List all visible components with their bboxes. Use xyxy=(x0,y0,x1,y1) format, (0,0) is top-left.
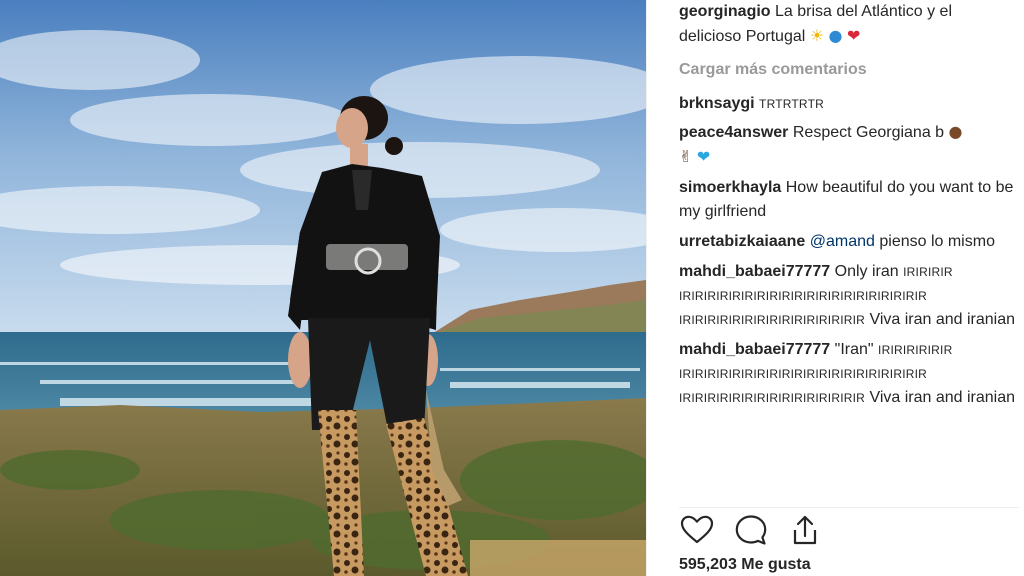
comment: mahdi_babaei77777 Only iran IRIRIRIR IRI… xyxy=(679,260,1017,332)
comment: simoerkhayla How beautiful do you want t… xyxy=(679,176,1017,224)
comment-username[interactable]: peace4answer xyxy=(679,124,788,141)
comment-username[interactable]: mahdi_babaei77777 xyxy=(679,341,830,358)
victory-hand-emoji: ✌ xyxy=(679,147,693,166)
comment-username[interactable]: urretabizkaiaane xyxy=(679,233,805,250)
comment: urretabizkaiaane @amand pienso lo mismo xyxy=(679,230,1017,254)
likes-count[interactable]: 595,203 Me gusta xyxy=(679,556,811,574)
load-more-comments-button[interactable]: Cargar más comentarios xyxy=(679,58,1017,82)
comment-text: IRIRIRIRIRIR xyxy=(878,343,953,357)
comment-button[interactable] xyxy=(733,512,769,548)
blue-heart-emoji: ❤ xyxy=(696,147,711,166)
comment-text: Viva iran and iranian xyxy=(869,311,1016,328)
post-actions xyxy=(679,507,1019,550)
comment-text: Viva iran and iranian xyxy=(869,389,1016,406)
like-button[interactable] xyxy=(679,512,715,548)
flexed-biceps-emoji: ● xyxy=(948,122,963,141)
comment: brknsaygi TRTRTRTR xyxy=(679,92,1017,116)
comment-username[interactable]: mahdi_babaei77777 xyxy=(679,263,830,280)
comment-text: TRTRTRTR xyxy=(759,97,824,111)
caption-username[interactable]: georginagio xyxy=(679,3,771,20)
comment-text: Only iran xyxy=(834,263,899,280)
comment-text: Respect Georgiana b xyxy=(792,124,945,141)
globe-emoji: ● xyxy=(828,26,843,45)
heart-emoji: ❤ xyxy=(846,26,861,45)
comment-text: IRIRIRIRIRIRIRIRIRIRIRIRIRIRIR xyxy=(679,313,865,327)
comment-username[interactable]: simoerkhayla xyxy=(679,179,781,196)
upload-share-icon xyxy=(793,515,817,545)
comment-mention[interactable]: @amand xyxy=(810,233,875,250)
comment-text: IRIRIRIR xyxy=(903,265,953,279)
comment-text: pienso lo mismo xyxy=(879,233,995,250)
comment: peace4answer Respect Georgiana b ● ✌ ❤ xyxy=(679,120,1017,170)
sun-emoji: ☀ xyxy=(809,26,825,45)
caption: georginagio La brisa del Atlántico y el … xyxy=(679,0,1017,49)
photo-scene xyxy=(0,0,646,576)
comments-list: georginagio La brisa del Atlántico y el … xyxy=(679,0,1017,500)
speech-bubble-icon xyxy=(735,515,767,545)
comment-text: IRIRIRIRIRIRIRIRIRIRIRIRIRIRIRIRIRIRIRIR xyxy=(679,289,927,303)
comment-text: IRIRIRIRIRIRIRIRIRIRIRIRIRIRIR xyxy=(679,391,865,405)
share-button[interactable] xyxy=(787,512,823,548)
comment: mahdi_babaei77777 "Iran" IRIRIRIRIRIR IR… xyxy=(679,338,1017,410)
post-photo[interactable] xyxy=(0,0,646,576)
comment-username[interactable]: brknsaygi xyxy=(679,95,755,112)
comment-text: "Iran" xyxy=(834,341,874,358)
heart-outline-icon xyxy=(680,515,714,544)
post-side-panel: georginagio La brisa del Atlántico y el … xyxy=(646,0,1024,576)
comment-text: IRIRIRIRIRIRIRIRIRIRIRIRIRIRIRIRIRIRIRIR xyxy=(679,367,927,381)
